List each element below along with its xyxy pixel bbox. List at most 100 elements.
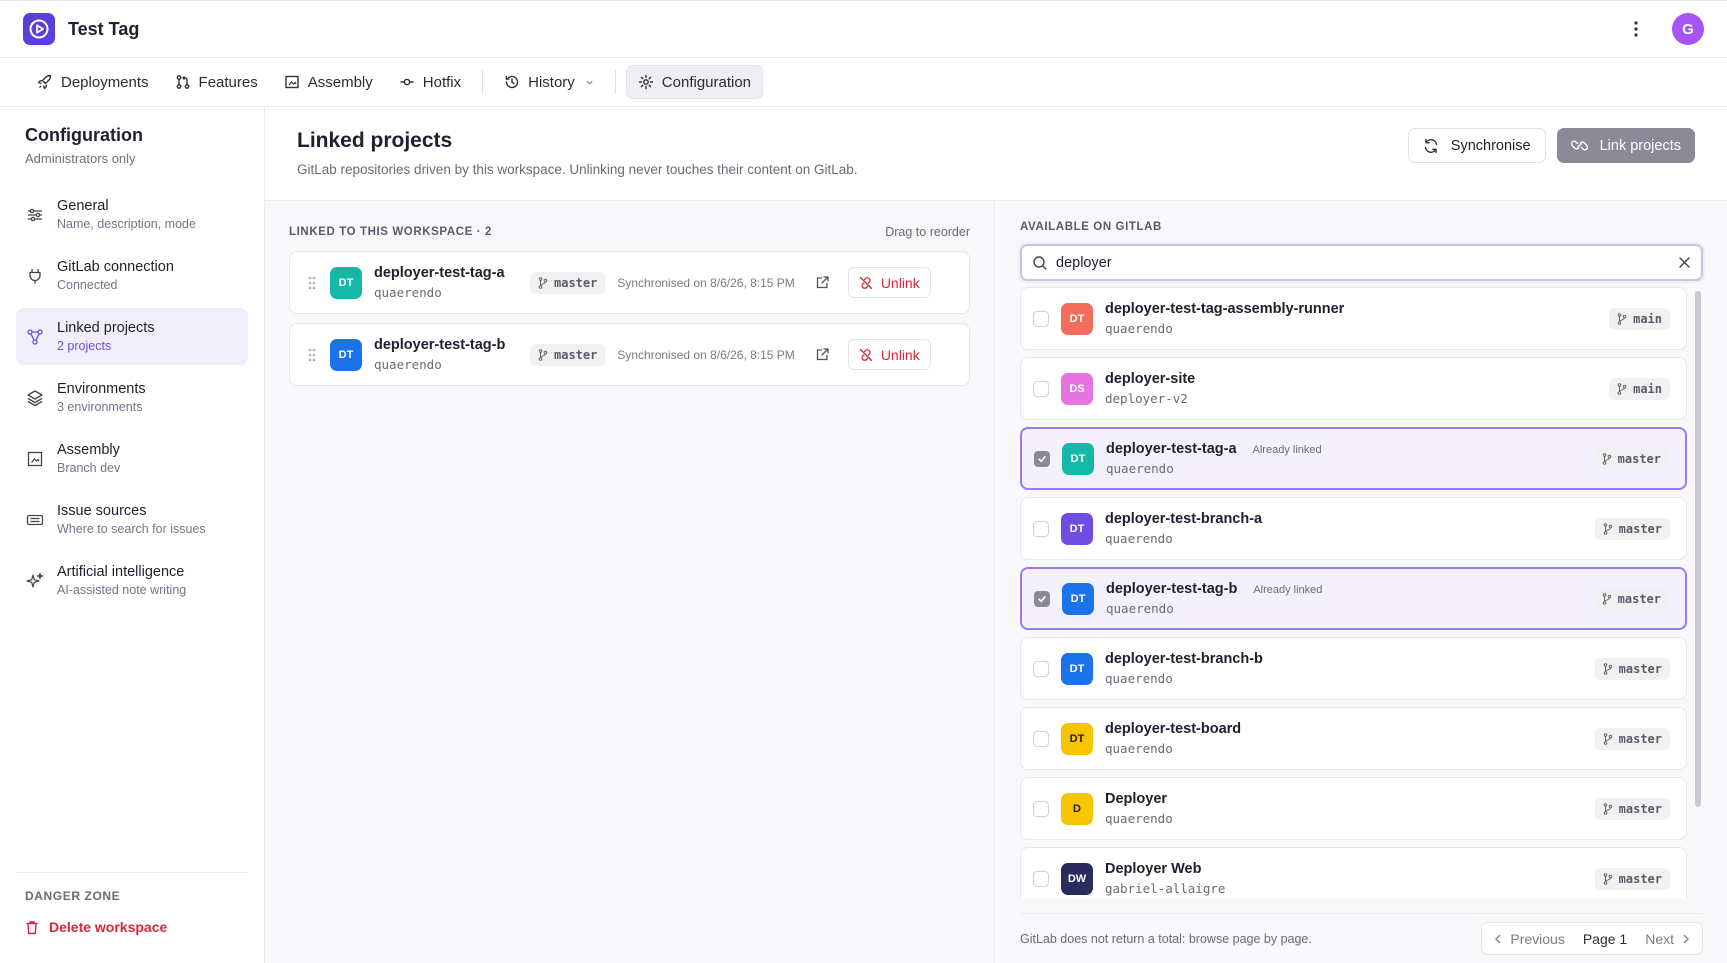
search-input[interactable]	[1056, 254, 1678, 271]
check-icon	[1038, 595, 1046, 602]
sparkles-icon	[26, 572, 44, 588]
result-checkbox[interactable]	[1034, 590, 1050, 607]
result-row[interactable]: DT deployer-test-tag-b Already linked quaer…	[1020, 567, 1687, 630]
branch-badge: master	[1594, 657, 1670, 680]
results-list[interactable]: DT deployer-test-tag-assembly-runner quaer…	[1020, 287, 1703, 899]
results-scrollbar[interactable]	[1695, 291, 1701, 807]
more-options-button[interactable]	[1626, 15, 1646, 43]
git-branch-icon	[1617, 382, 1627, 395]
sidebar-item-desc: Connected	[57, 278, 118, 292]
result-checkbox[interactable]	[1033, 380, 1049, 397]
frame-icon	[285, 75, 299, 89]
sidebar-item-desc: 2 projects	[57, 339, 112, 353]
drag-handle[interactable]	[304, 347, 320, 363]
result-checkbox[interactable]	[1033, 800, 1049, 817]
chevron-right-icon	[1683, 934, 1689, 943]
already-linked-badge: Already linked	[1252, 444, 1322, 456]
result-row[interactable]: DT deployer-test-branch-b quaerendo master	[1020, 637, 1687, 700]
branch-name: master	[1617, 591, 1661, 606]
branch-name: master	[1618, 661, 1662, 676]
chevron-down-icon	[586, 80, 593, 85]
result-checkbox[interactable]	[1033, 660, 1049, 677]
sidebar-item-linked-projects[interactable]: Linked projects 2 projects	[16, 308, 248, 365]
page-indicator: Page 1	[1582, 930, 1628, 947]
project-name: Deployer Web	[1105, 861, 1202, 877]
project-name: deployer-test-branch-a	[1105, 511, 1263, 527]
config-sidebar: Configuration Administrators only Genera…	[0, 107, 265, 963]
sidebar-item-gitlab-connection[interactable]: GitLab connection Connected	[16, 247, 248, 304]
tab-assembly[interactable]: Assembly	[273, 65, 384, 99]
next-label: Next	[1645, 930, 1674, 947]
sidebar-item-general[interactable]: General Name, description, mode	[16, 186, 248, 243]
git-branch-icon	[538, 348, 548, 361]
tab-history[interactable]: History	[493, 65, 605, 99]
search-box	[1020, 244, 1703, 281]
project-name: deployer-test-tag-b	[374, 337, 506, 353]
tab-features[interactable]: Features	[164, 65, 269, 99]
tab-configuration[interactable]: Configuration	[625, 65, 764, 99]
result-checkbox[interactable]	[1033, 520, 1049, 537]
unlink-label: Unlink	[880, 346, 920, 363]
main-nav: Deployments Features Assembly Hotfix His…	[0, 58, 1727, 107]
unlink-button[interactable]: Unlink	[847, 339, 931, 370]
open-external-button[interactable]	[815, 347, 830, 362]
result-checkbox[interactable]	[1033, 730, 1049, 747]
delete-workspace-button[interactable]: Delete workspace	[16, 919, 248, 935]
next-page-button[interactable]: Next	[1633, 923, 1702, 954]
sidebar-item-label: Linked projects	[57, 320, 155, 336]
app-logo[interactable]	[23, 13, 55, 45]
result-checkbox[interactable]	[1033, 870, 1049, 887]
sync-status: Synchronised on 8/6/26, 8:15 PM	[617, 347, 795, 362]
result-row[interactable]: DT deployer-test-tag-assembly-runner quaer…	[1020, 287, 1687, 350]
project-avatar: DT	[1061, 512, 1093, 545]
sidebar-item-assembly[interactable]: Assembly Branch dev	[16, 430, 248, 487]
branch-name: master	[554, 347, 598, 362]
branch-name: master	[554, 275, 598, 290]
unlink-button[interactable]: Unlink	[847, 267, 931, 298]
synchronise-button[interactable]: Synchronise	[1407, 128, 1546, 163]
project-owner: quaerendo	[1105, 671, 1173, 686]
sidebar-item-desc: Where to search for issues	[57, 522, 206, 536]
result-row[interactable]: DT deployer-test-tag-a Already linked quaer…	[1020, 427, 1687, 490]
result-row[interactable]: D Deployer quaerendo master	[1020, 777, 1687, 840]
user-avatar[interactable]: G	[1672, 13, 1704, 45]
result-row[interactable]: DT deployer-test-board quaerendo master	[1020, 707, 1687, 770]
linked-project-row[interactable]: DT deployer-test-tag-b quaerendo master …	[289, 323, 970, 386]
branch-badge: master	[530, 343, 606, 366]
unlink-icon	[859, 276, 872, 289]
sidebar-item-label: Environments	[57, 381, 146, 397]
plug-icon	[29, 268, 41, 283]
result-checkbox[interactable]	[1034, 450, 1050, 467]
linked-nodes-icon	[27, 328, 43, 345]
clear-search-button[interactable]	[1678, 256, 1691, 269]
project-name: deployer-test-tag-a	[1106, 441, 1237, 457]
linked-project-row[interactable]: DT deployer-test-tag-a quaerendo master …	[289, 251, 970, 314]
rocket-icon	[37, 74, 52, 90]
tab-hotfix[interactable]: Hotfix	[388, 65, 472, 99]
sidebar-item-environments[interactable]: Environments 3 environments	[16, 369, 248, 426]
frame-icon	[27, 451, 43, 466]
result-checkbox[interactable]	[1033, 310, 1049, 327]
result-row[interactable]: DT deployer-test-branch-a quaerendo master	[1020, 497, 1687, 560]
open-external-button[interactable]	[815, 275, 830, 290]
branch-badge: master	[1593, 587, 1669, 610]
tab-deployments[interactable]: Deployments	[26, 65, 160, 99]
search-icon	[1033, 255, 1047, 270]
sidebar-item-artificial-intelligence[interactable]: Artificial intelligence AI-assisted note …	[16, 552, 248, 609]
linked-projects-pane: LINKED TO THIS WORKSPACE · 2 Drag to reo…	[265, 201, 995, 963]
result-row[interactable]: DS deployer-site deployer-v2 main	[1020, 357, 1687, 420]
sidebar-item-issue-sources[interactable]: Issue sources Where to search for issues	[16, 491, 248, 548]
link-projects-button[interactable]: Link projects	[1556, 128, 1695, 163]
project-name: Deployer	[1105, 791, 1168, 807]
link-projects-label: Link projects	[1599, 137, 1681, 154]
previous-page-button[interactable]: Previous	[1482, 923, 1576, 954]
project-name: deployer-test-tag-assembly-runner	[1105, 301, 1345, 317]
project-avatar: DT	[1061, 722, 1093, 755]
project-avatar: DT	[1062, 442, 1094, 475]
git-branch-icon	[1603, 872, 1612, 885]
drag-handle-icon	[308, 348, 316, 361]
unlink-label: Unlink	[880, 274, 920, 291]
project-owner: quaerendo	[374, 285, 442, 300]
drag-handle[interactable]	[304, 275, 320, 291]
result-row[interactable]: DW Deployer Web gabriel-allaigre master	[1020, 847, 1687, 899]
